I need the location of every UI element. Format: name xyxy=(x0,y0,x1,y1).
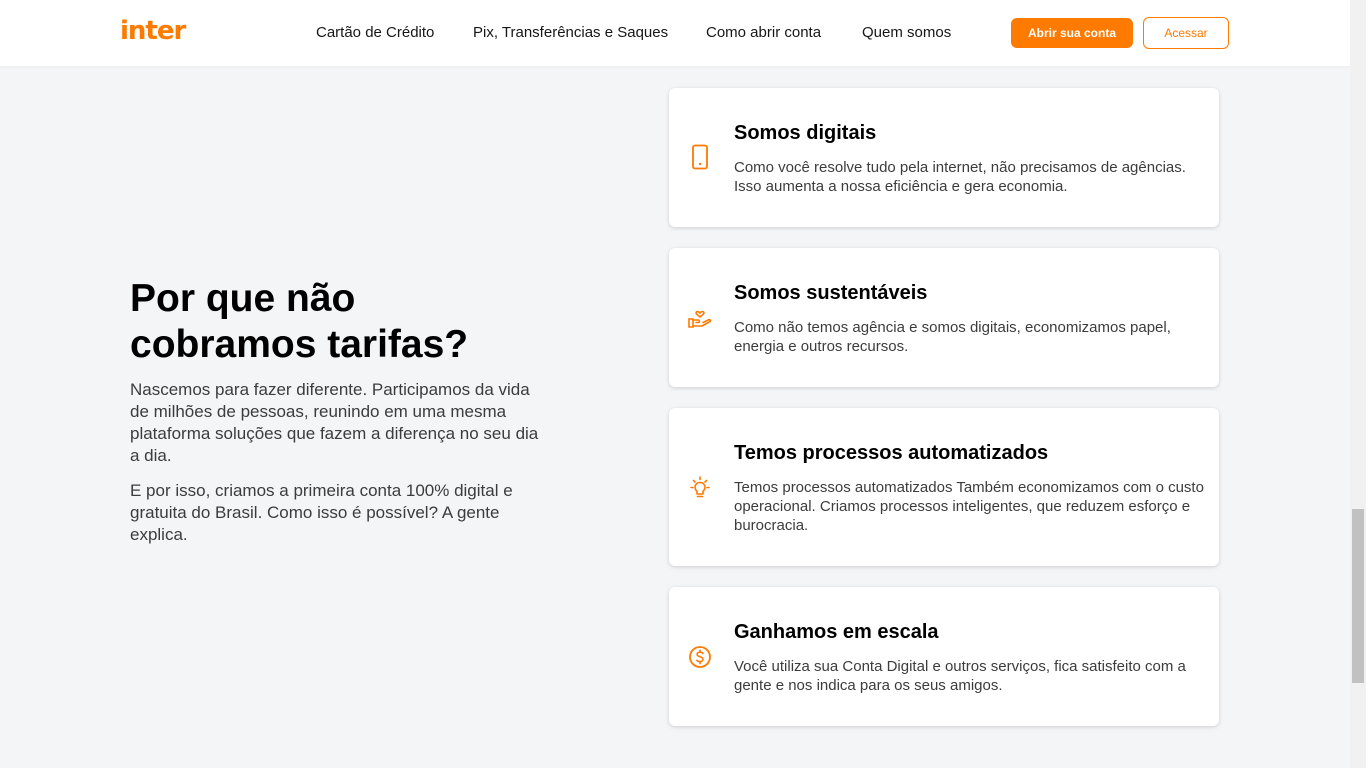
card-text: Como não temos agência e somos digitais,… xyxy=(734,319,1171,355)
card-title: Somos sustentáveis xyxy=(734,282,928,304)
nav-cartao-de-credito[interactable]: Cartão de Crédito xyxy=(316,24,434,41)
open-account-button[interactable]: Abrir sua conta xyxy=(1011,18,1133,48)
card-title: Somos digitais xyxy=(734,122,877,144)
nav-quem-somos[interactable]: Quem somos xyxy=(862,24,951,41)
nav-pix-transferencias-saques[interactable]: Pix, Transferências e Saques xyxy=(473,24,668,41)
card-somos-digitais: Somos digitais Como você resolve tudo pe… xyxy=(669,88,1219,227)
top-navbar: inter Cartão de Crédito Pix, Transferênc… xyxy=(0,0,1350,66)
card-title: Temos processos automatizados xyxy=(734,442,1049,464)
login-button[interactable]: Acessar xyxy=(1143,17,1229,49)
smartphone-icon xyxy=(687,144,713,170)
lightbulb-icon xyxy=(687,475,713,501)
page: inter Cartão de Crédito Pix, Transferênc… xyxy=(0,0,1366,768)
nav-como-abrir-conta[interactable]: Como abrir conta xyxy=(706,24,821,41)
intro-paragraph: Nascemos para fazer diferente. Participa… xyxy=(130,380,539,465)
card-somos-sustentaveis: Somos sustentáveis Como não temos agênci… xyxy=(669,248,1219,387)
card-processos-automatizados: Temos processos automatizados Temos proc… xyxy=(669,408,1219,566)
scrollbar-thumb[interactable] xyxy=(1352,509,1364,683)
card-title: Ganhamos em escala xyxy=(734,621,939,643)
card-ganhamos-em-escala: Ganhamos em escala Você utiliza sua Cont… xyxy=(669,587,1219,726)
inter-logo[interactable]: inter xyxy=(120,16,186,46)
section-headline: Por que não cobramos tarifas? xyxy=(130,277,469,366)
card-text: Você utiliza sua Conta Digital e outros … xyxy=(734,658,1186,694)
card-text: Como você resolve tudo pela internet, nã… xyxy=(734,159,1186,195)
hand-heart-icon xyxy=(687,305,713,331)
card-text: Temos processos automatizados Também eco… xyxy=(734,479,1204,534)
explanation-paragraph: E por isso, criamos a primeira conta 100… xyxy=(130,481,513,544)
dollar-coin-icon xyxy=(687,644,713,670)
